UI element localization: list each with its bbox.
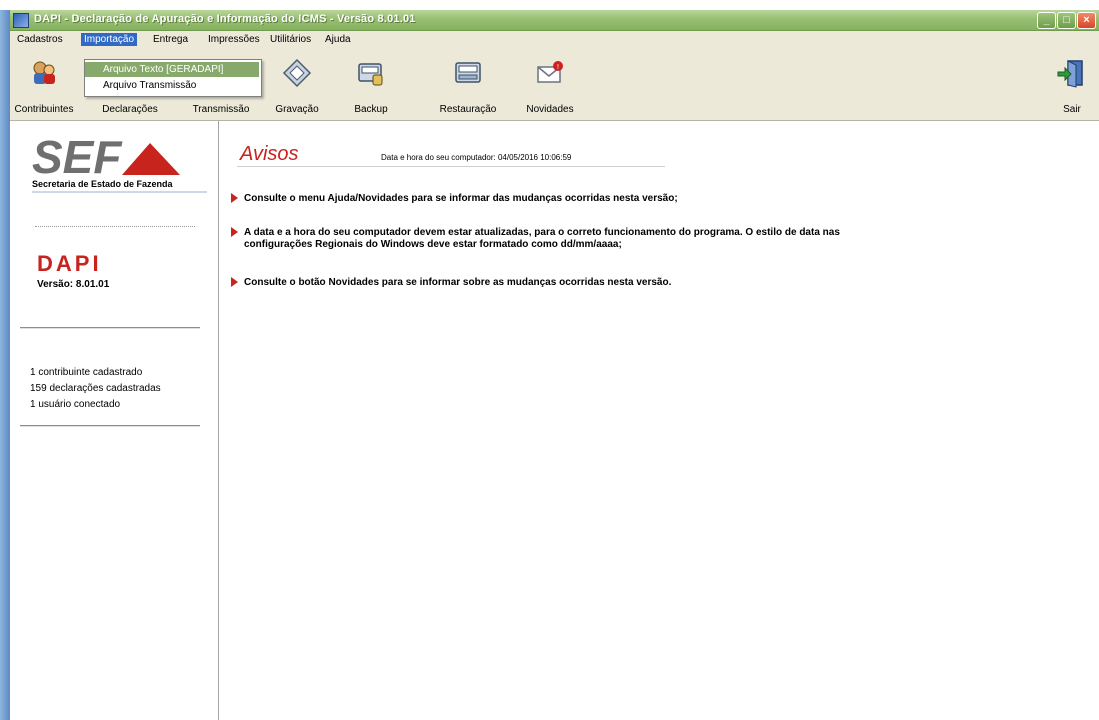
importacao-dropdown: Arquivo Texto [GERADAPI] Arquivo Transmi… <box>84 59 262 97</box>
backup-icon <box>358 63 383 86</box>
notice-item: Consulte o botão Novidades para se infor… <box>231 277 671 290</box>
declaracoes-label: Declarações <box>102 104 158 115</box>
menu-cadastros[interactable]: Cadastros <box>14 33 66 46</box>
sair-label: Sair <box>1063 104 1081 115</box>
sidebar: SEF Secretaria de Estado de Fazenda DAPI… <box>10 121 219 720</box>
menu-utilitarios[interactable]: Utilitários <box>267 33 314 46</box>
title-bar[interactable]: DAPI - Declaração de Apuração e Informaç… <box>10 10 1099 31</box>
title-underline <box>237 166 665 167</box>
app-window: DAPI - Declaração de Apuração e Informaç… <box>0 0 1099 720</box>
sef-logo-text: SEF <box>32 131 123 183</box>
envelope-icon: ! <box>537 61 563 83</box>
main-content: Avisos Data e hora do seu computador: 04… <box>219 121 1099 720</box>
stat-contribuintes: 1 contribuinte cadastrado <box>30 367 143 378</box>
stat-declaracoes: 159 declarações cadastradas <box>30 383 161 394</box>
window-title: DAPI - Declaração de Apuração e Informaç… <box>34 13 416 25</box>
menu-ajuda[interactable]: Ajuda <box>322 33 354 46</box>
contribuintes-label: Contribuintes <box>14 104 74 115</box>
menu-importacao[interactable]: Importação <box>81 33 138 46</box>
maximize-button[interactable]: □ <box>1057 12 1076 29</box>
menu-item-arquivo-texto[interactable]: Arquivo Texto [GERADAPI] <box>85 62 259 77</box>
minimize-button[interactable]: _ <box>1037 12 1056 29</box>
transmissao-label: Transmissão <box>192 104 250 115</box>
sef-subtitle: Secretaria de Estado de Fazenda <box>32 179 173 189</box>
novidades-label: Novidades <box>526 104 574 115</box>
window-left-edge <box>0 10 10 720</box>
app-icon <box>13 13 29 28</box>
gravacao-label: Gravação <box>275 104 319 115</box>
notice-text: A data e a hora do seu computador devem … <box>244 227 840 238</box>
app-name: DAPI <box>37 251 102 276</box>
restauracao-button[interactable]: Restauração <box>432 48 504 118</box>
notice-item: Consulte o menu Ajuda/Novidades para se … <box>231 193 678 206</box>
bullet-arrow-icon <box>231 227 238 237</box>
disk-icon <box>282 58 312 88</box>
menu-impressoes[interactable]: Impressões <box>205 33 263 46</box>
contribuintes-button[interactable]: Contribuintes <box>10 48 78 118</box>
restauracao-label: Restauração <box>439 104 497 115</box>
svg-text:!: ! <box>557 64 559 71</box>
divider <box>20 327 200 329</box>
logo-underline <box>32 191 207 193</box>
menu-bar: Cadastros Importação Entrega Impressões … <box>10 31 1099 48</box>
bullet-arrow-icon <box>231 193 238 203</box>
novidades-button[interactable]: ! Novidades <box>514 48 586 118</box>
gravacao-button[interactable]: Gravação <box>268 48 326 118</box>
restore-icon <box>455 62 481 83</box>
menu-item-arquivo-transmissao[interactable]: Arquivo Transmissão <box>85 78 259 93</box>
notice-text: Consulte o menu Ajuda/Novidades para se … <box>244 193 678 204</box>
computer-datetime: Data e hora do seu computador: 04/05/201… <box>381 153 572 162</box>
stat-usuarios: 1 usuário conectado <box>30 399 121 410</box>
divider <box>20 425 200 427</box>
notice-text: Consulte o botão Novidades para se infor… <box>244 277 672 288</box>
contribuintes-icon <box>33 61 55 84</box>
page-title: Avisos <box>240 143 299 165</box>
backup-button[interactable]: Backup <box>342 48 400 118</box>
sair-button[interactable]: Sair <box>1050 48 1094 118</box>
backup-label: Backup <box>354 104 388 115</box>
menu-entrega[interactable]: Entrega <box>150 33 191 46</box>
close-button[interactable]: × <box>1077 12 1096 29</box>
notice-continuation: configurações Regionais do Windows deve … <box>244 239 622 250</box>
app-version: Versão: 8.01.01 <box>37 279 110 290</box>
dotted-divider <box>35 226 195 227</box>
bullet-arrow-icon <box>231 277 238 287</box>
exit-door-icon <box>1057 60 1083 88</box>
